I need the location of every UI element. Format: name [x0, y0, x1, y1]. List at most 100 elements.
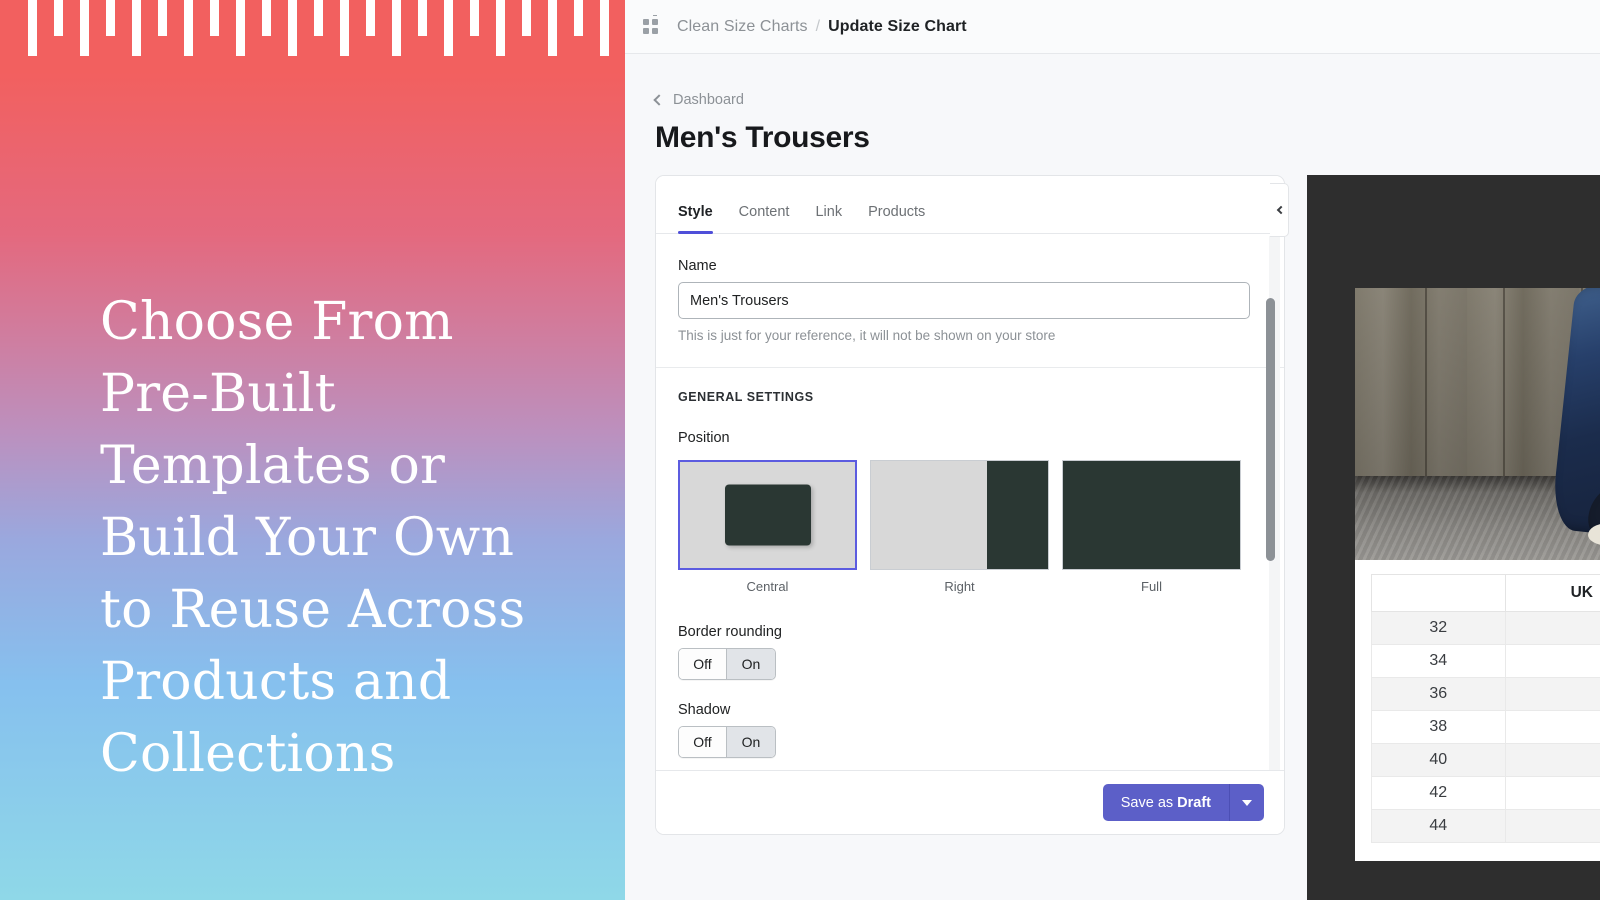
ruler-tick	[444, 0, 453, 56]
position-caption-central: Central	[746, 579, 789, 594]
name-section: Name Men's Trousers This is just for you…	[656, 234, 1284, 365]
position-option-right[interactable]: Right	[870, 460, 1049, 594]
page-title: Men's Trousers	[655, 121, 870, 154]
save-button-group: Save as Draft	[1102, 784, 1264, 821]
ruler-tick	[340, 0, 349, 56]
table-row: 38	[1371, 710, 1600, 744]
ruler-tick	[158, 0, 167, 36]
preview-panel: UK 32 34 36 38 40 42 44	[1307, 175, 1600, 900]
table-row: 44	[1371, 809, 1600, 843]
table-cell: 34	[1371, 644, 1506, 678]
shadow-off[interactable]: Off	[679, 727, 727, 757]
border-rounding-on[interactable]: On	[727, 649, 775, 679]
size-table-head: UK	[1371, 574, 1600, 612]
shadow-on[interactable]: On	[727, 727, 775, 757]
ruler-tick	[236, 0, 245, 56]
position-options: Central Right Full	[678, 460, 1262, 594]
chevron-down-icon	[1242, 799, 1252, 806]
chevron-left-icon	[653, 94, 665, 106]
general-settings-title: GENERAL SETTINGS	[678, 390, 814, 404]
border-rounding-off[interactable]: Off	[679, 649, 727, 679]
preview-photo	[1355, 288, 1600, 560]
ruler-decoration	[0, 0, 625, 60]
border-rounding-label: Border rounding	[678, 624, 782, 640]
table-cell: 44	[1371, 809, 1506, 843]
ruler-tick	[80, 0, 89, 56]
position-preview-right	[870, 460, 1049, 570]
position-preview-full	[1062, 460, 1241, 570]
position-preview-central	[678, 460, 857, 570]
ruler-tick	[54, 0, 63, 36]
table-cell	[1504, 809, 1600, 843]
ruler-tick	[288, 0, 297, 56]
form-footer: Save as Draft	[656, 770, 1284, 834]
general-settings-section: GENERAL SETTINGS Position Central Right …	[656, 368, 1284, 758]
back-label: Dashboard	[673, 92, 744, 108]
name-help-text: This is just for your reference, it will…	[678, 328, 1056, 343]
shadow-toggle[interactable]: Off On	[678, 726, 776, 758]
breadcrumb-current: Update Size Chart	[828, 17, 967, 35]
back-to-dashboard-link[interactable]: Dashboard	[653, 92, 744, 108]
promo-headline: Choose From Pre-Built Templates or Build…	[100, 292, 526, 784]
table-cell	[1504, 710, 1600, 744]
style-form-card: Style Content Link Products Name Men's T…	[655, 175, 1285, 835]
border-rounding-toggle[interactable]: Off On	[678, 648, 776, 680]
table-header-row: UK	[1371, 574, 1600, 612]
ruler-tick	[470, 0, 479, 36]
table-row: 40	[1371, 743, 1600, 777]
plank-divider	[1503, 288, 1505, 476]
table-cell: 32	[1371, 611, 1506, 645]
ruler-tick	[600, 0, 609, 56]
ruler-tick	[314, 0, 323, 36]
table-cell: 42	[1371, 776, 1506, 810]
table-header-cell	[1371, 574, 1506, 612]
form-scrollbar-track[interactable]	[1266, 236, 1280, 833]
table-cell	[1504, 677, 1600, 711]
tab-link[interactable]: Link	[815, 204, 842, 233]
table-row: 42	[1371, 776, 1600, 810]
size-chart-preview-modal: UK 32 34 36 38 40 42 44	[1355, 288, 1600, 861]
ruler-tick	[522, 0, 531, 36]
table-header-cell: UK	[1504, 574, 1600, 612]
ruler-tick	[548, 0, 557, 56]
position-option-full[interactable]: Full	[1062, 460, 1241, 594]
save-as-draft-button[interactable]: Save as Draft	[1102, 784, 1230, 821]
position-swatch-right	[987, 461, 1048, 569]
tab-products[interactable]: Products	[868, 204, 925, 233]
position-label: Position	[678, 430, 730, 446]
ruler-tick	[366, 0, 375, 36]
ruler-tick	[392, 0, 401, 56]
table-row: 32	[1371, 611, 1600, 645]
form-scrollbar-thumb[interactable]	[1266, 298, 1275, 561]
shadow-label: Shadow	[678, 702, 731, 718]
breadcrumb-root[interactable]: Clean Size Charts	[677, 18, 808, 36]
table-cell	[1504, 644, 1600, 678]
ruler-tick	[418, 0, 427, 36]
position-swatch-central	[724, 484, 811, 546]
ruler-tick	[262, 0, 271, 36]
size-table: UK 32 34 36 38 40 42 44	[1371, 574, 1600, 843]
name-input[interactable]: Men's Trousers	[678, 282, 1250, 319]
promo-panel: Choose From Pre-Built Templates or Build…	[0, 0, 625, 900]
plank-divider	[1425, 288, 1427, 476]
table-cell	[1504, 743, 1600, 777]
table-cell: 40	[1371, 743, 1506, 777]
breadcrumb-separator: /	[815, 17, 821, 35]
table-cell	[1504, 776, 1600, 810]
table-row: 36	[1371, 677, 1600, 711]
ruler-tick	[210, 0, 219, 36]
ruler-tick	[184, 0, 193, 56]
chevron-left-icon	[1276, 205, 1285, 215]
save-options-dropdown-button[interactable]	[1230, 784, 1264, 821]
name-label: Name	[678, 258, 717, 274]
topbar: Clean Size Charts / Update Size Chart	[625, 0, 1600, 54]
position-swatch-full	[1063, 461, 1240, 569]
ruler-tick	[132, 0, 141, 56]
table-cell: 38	[1371, 710, 1506, 744]
tab-content[interactable]: Content	[739, 204, 790, 233]
collapse-preview-handle[interactable]	[1270, 183, 1289, 237]
tab-style[interactable]: Style	[678, 204, 713, 234]
save-prefix-label: Save as	[1120, 794, 1174, 811]
size-table-wrapper: UK 32 34 36 38 40 42 44	[1355, 560, 1600, 861]
position-option-central[interactable]: Central	[678, 460, 857, 594]
